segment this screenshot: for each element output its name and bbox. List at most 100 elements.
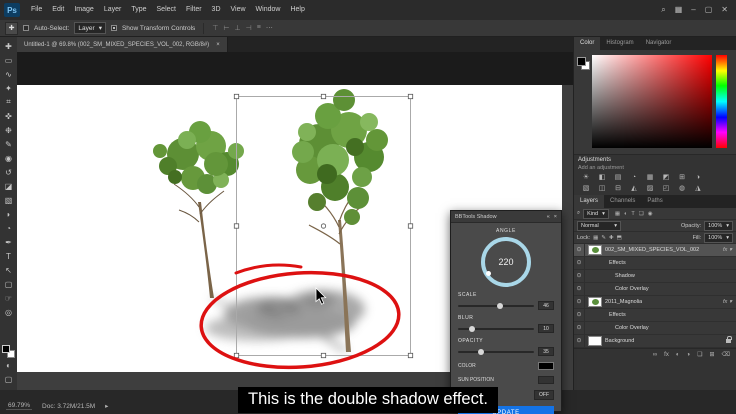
visibility-eye-icon[interactable]: ⊙ xyxy=(574,322,585,334)
adjustment-icon[interactable]: ▦ xyxy=(642,172,658,183)
menubar-icon[interactable]: ✕ xyxy=(721,5,728,15)
adjustment-icon[interactable]: ◧ xyxy=(594,172,610,183)
tool-button[interactable]: ❉ xyxy=(0,123,17,137)
align-icon[interactable]: ⊣ xyxy=(246,24,252,32)
auto-update-toggle[interactable]: OFF xyxy=(534,390,554,400)
layer-row[interactable]: ⊙ Color Overlay fx▾ xyxy=(574,283,736,296)
layer-row[interactable]: ⊙ 002_SM_MIXED_SPECIES_VOL_002 fx▾ xyxy=(574,244,736,257)
tool-button[interactable]: ◔ xyxy=(0,221,17,235)
menubar-icon[interactable]: ⌕ xyxy=(661,5,665,15)
menu-item[interactable]: Type xyxy=(126,0,151,20)
align-icon[interactable]: ⊤ xyxy=(212,24,218,32)
layers-panel-tab[interactable]: Paths xyxy=(641,195,668,208)
tool-button[interactable]: ↺ xyxy=(0,165,17,179)
status-menu-arrow-icon[interactable]: ▸ xyxy=(105,402,108,410)
opacity-dropdown[interactable]: 100% ▾ xyxy=(704,221,733,231)
layers-panel-action-icon[interactable]: ◐ xyxy=(676,352,680,358)
hue-slider[interactable] xyxy=(716,55,727,148)
align-icon[interactable]: ⊥ xyxy=(235,24,241,32)
layers-panel-action-icon[interactable]: ❏ xyxy=(697,351,702,358)
layer-filter-icon[interactable]: T xyxy=(631,211,634,217)
fill-dropdown[interactable]: 100% ▾ xyxy=(704,233,733,243)
tool-button[interactable]: T xyxy=(0,249,17,263)
visibility-eye-icon[interactable]: ⊙ xyxy=(574,283,585,295)
layer-filter-icon[interactable]: ❏ xyxy=(639,211,644,217)
layer-name[interactable]: Color Overlay xyxy=(615,286,649,292)
tool-button[interactable]: ✒ xyxy=(0,235,17,249)
adjustment-icon[interactable]: ▨ xyxy=(642,183,658,194)
menubar-icon[interactable]: ▢ xyxy=(705,5,713,15)
tool-button[interactable]: ✚ xyxy=(0,39,17,53)
tool-button[interactable]: ☞ xyxy=(0,291,17,305)
saturation-brightness-picker[interactable] xyxy=(592,55,712,148)
auto-select-target-dropdown[interactable]: Layer ▾ xyxy=(74,22,106,34)
tool-button[interactable]: ↖ xyxy=(0,263,17,277)
panel-tab[interactable]: Navigator xyxy=(640,37,678,50)
layer-fx-badge[interactable]: fx▾ xyxy=(723,247,732,253)
foreground-color-swatch[interactable] xyxy=(2,345,10,353)
adjustment-icon[interactable]: ◔ xyxy=(626,172,642,183)
tool-button[interactable]: ✜ xyxy=(0,109,17,123)
adjustment-icon[interactable]: ▤ xyxy=(610,172,626,183)
layer-row[interactable]: ⊙ Color Overlay fx▾ xyxy=(574,322,736,335)
slider-thumb[interactable] xyxy=(469,326,475,332)
slider-value-field[interactable]: 10 xyxy=(538,324,554,333)
show-transform-checkbox[interactable] xyxy=(111,25,117,31)
adjustment-icon[interactable]: ◑ xyxy=(690,172,706,183)
adjustment-icon[interactable]: ◰ xyxy=(658,183,674,194)
slider-track[interactable] xyxy=(458,305,534,307)
adjustment-icon[interactable]: ◫ xyxy=(594,183,610,194)
dialog-title-bar[interactable]: BBTools Shadow « × xyxy=(451,211,561,223)
toolbar-mode-icon[interactable]: ▢ xyxy=(0,372,17,386)
menu-item[interactable]: Filter xyxy=(181,0,207,20)
menu-item[interactable]: 3D xyxy=(207,0,226,20)
align-icon[interactable]: ⋯ xyxy=(266,24,273,32)
menu-item[interactable]: Select xyxy=(152,0,181,20)
layer-fx-badge[interactable]: fx▾ xyxy=(723,299,732,305)
blend-mode-dropdown[interactable]: Normal ▾ xyxy=(577,221,621,231)
layers-panel-action-icon[interactable]: ⊞ xyxy=(709,351,714,358)
menu-item[interactable]: Image xyxy=(69,0,98,20)
sun-position-control[interactable] xyxy=(538,376,554,384)
layer-name[interactable]: Shadow xyxy=(615,273,635,279)
slider-track[interactable] xyxy=(458,328,534,330)
tool-button[interactable]: ∿ xyxy=(0,67,17,81)
adjustment-icon[interactable]: ⊞ xyxy=(674,172,690,183)
collapse-icon[interactable]: « xyxy=(547,214,550,220)
adjustment-icon[interactable]: ⊟ xyxy=(610,183,626,194)
layers-panel-action-icon[interactable]: fx xyxy=(664,352,669,358)
menu-item[interactable]: Window xyxy=(251,0,286,20)
tool-button[interactable]: ✎ xyxy=(0,137,17,151)
layer-thumbnail[interactable] xyxy=(588,297,602,307)
layers-panel-tab[interactable]: Channels xyxy=(604,195,641,208)
layers-panel-action-icon[interactable]: ⌫ xyxy=(722,351,730,358)
adjustment-icon[interactable]: ◍ xyxy=(674,183,690,194)
lock-option-icon[interactable]: ✎ xyxy=(601,235,606,241)
tool-button[interactable]: ⌗ xyxy=(0,95,17,109)
layer-row[interactable]: ⊙ Effects fx▾ xyxy=(574,257,736,270)
slider-value-field[interactable]: 35 xyxy=(538,347,554,356)
menu-item[interactable]: Edit xyxy=(47,0,69,20)
menu-item[interactable]: File xyxy=(26,0,47,20)
lock-option-icon[interactable]: ▦ xyxy=(593,235,598,241)
tool-button[interactable]: ✦ xyxy=(0,81,17,95)
lock-option-icon[interactable]: ✚ xyxy=(609,235,614,241)
angle-dial[interactable]: 220 xyxy=(481,237,531,287)
adjustment-icon[interactable]: ◮ xyxy=(690,183,706,194)
adjustment-icon[interactable]: ◭ xyxy=(626,183,642,194)
layer-name[interactable]: Effects xyxy=(609,260,626,266)
layer-row[interactable]: ⊙ Effects fx▾ xyxy=(574,309,736,322)
layer-name[interactable]: Color Overlay xyxy=(615,325,649,331)
panel-tab[interactable]: Histogram xyxy=(600,37,639,50)
zoom-level-field[interactable]: 69.79% xyxy=(6,402,32,410)
layer-thumbnail[interactable] xyxy=(588,245,602,255)
slider-track[interactable] xyxy=(458,351,534,353)
transform-center-point[interactable] xyxy=(321,224,325,228)
layer-filter-icon[interactable]: ▦ xyxy=(615,211,620,217)
menu-item[interactable]: Layer xyxy=(99,0,127,20)
layer-row[interactable]: ⊙ Shadow fx▾ xyxy=(574,270,736,283)
visibility-eye-icon[interactable]: ⊙ xyxy=(574,270,585,282)
tool-button[interactable]: ◎ xyxy=(0,305,17,319)
layer-row[interactable]: ⊙ Background fx▾ xyxy=(574,335,736,348)
layer-name[interactable]: Effects xyxy=(609,312,626,318)
